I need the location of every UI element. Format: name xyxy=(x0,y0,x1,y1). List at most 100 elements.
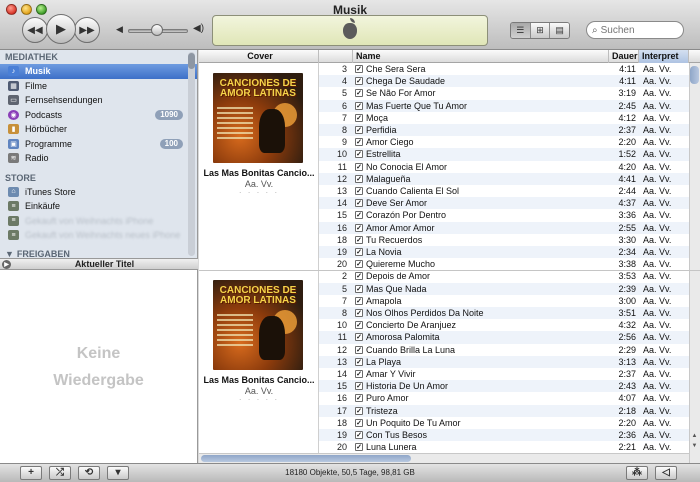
sidebar-scrollbar[interactable] xyxy=(188,52,195,256)
track-row[interactable]: 11 ✓ Amorosa Palomita 2:56 Aa. Vv. xyxy=(319,331,689,344)
horizontal-scrollbar-thumb[interactable] xyxy=(201,455,411,462)
album-cover-image[interactable]: CANCIONES DE AMOR LATINAS xyxy=(213,280,303,371)
sidebar-header-freigaben[interactable]: ▼ FREIGABEN xyxy=(0,247,197,259)
sidebar-item-fernsehsendungen[interactable]: ▭ Fernsehsendungen xyxy=(0,93,197,108)
column-header-dauer[interactable]: Dauer xyxy=(609,50,639,63)
track-row[interactable]: 19 ✓ La Novia 2:34 Aa. Vv. xyxy=(319,246,689,259)
now-playing-toggle-icon[interactable]: ▶ xyxy=(2,259,11,269)
sidebar-item-radio[interactable]: ≋ Radio xyxy=(0,151,197,166)
track-row[interactable]: 11 ✓ No Conocia El Amor 4:20 Aa. Vv. xyxy=(319,161,689,173)
track-checkbox[interactable]: ✓ xyxy=(355,223,363,232)
track-row[interactable]: 17 ✓ Tristeza 2:18 Aa. Vv. xyxy=(319,404,689,417)
track-row[interactable]: 10 ✓ Estrellita 1:52 Aa. Vv. xyxy=(319,148,689,161)
track-row[interactable]: 18 ✓ Tu Recuerdos 3:30 Aa. Vv. xyxy=(319,234,689,246)
track-checkbox[interactable]: ✓ xyxy=(355,89,363,98)
sidebar-item-musik[interactable]: ♪ Musik xyxy=(0,64,197,79)
track-checkbox[interactable]: ✓ xyxy=(355,418,363,427)
track-checkbox[interactable]: ✓ xyxy=(355,382,363,391)
sidebar-item-programme[interactable]: ▣ Programme 100 xyxy=(0,137,197,152)
sidebar-item-einkaeufe[interactable]: ≡ Einkäufe xyxy=(0,199,197,214)
now-playing-header[interactable]: ▶ Aktueller Titel xyxy=(0,258,198,270)
track-row[interactable]: 18 ✓ Un Poquito De Tu Amor 2:20 Aa. Vv. xyxy=(319,417,689,429)
track-checkbox[interactable]: ✓ xyxy=(355,284,363,293)
sidebar-item-filme[interactable]: ▦ Filme xyxy=(0,79,197,94)
track-checkbox[interactable]: ✓ xyxy=(355,174,363,183)
track-checkbox[interactable]: ✓ xyxy=(355,333,363,342)
column-header-name[interactable]: Name xyxy=(353,50,609,63)
status-display[interactable] xyxy=(212,15,488,46)
track-checkbox[interactable]: ✓ xyxy=(355,126,363,134)
track-row[interactable]: 7 ✓ Moça 4:12 Aa. Vv. xyxy=(319,112,689,124)
play-button[interactable]: ▶ xyxy=(46,14,76,44)
track-row[interactable]: 14 ✓ Amar Y Vivir 2:37 Aa. Vv. xyxy=(319,368,689,380)
track-row[interactable]: 5 ✓ Se Não For Amor 3:19 Aa. Vv. xyxy=(319,87,689,99)
track-row[interactable]: 12 ✓ Cuando Brilla La Luna 2:29 Aa. Vv. xyxy=(319,344,689,356)
track-row[interactable]: 7 ✓ Amapola 3:00 Aa. Vv. xyxy=(319,295,689,307)
track-checkbox[interactable]: ✓ xyxy=(355,199,363,208)
search-input[interactable] xyxy=(600,24,673,36)
track-row[interactable]: 5 ✓ Mas Que Nada 2:39 Aa. Vv. xyxy=(319,282,689,295)
album-cover-image[interactable]: CANCIONES DE AMOR LATINAS xyxy=(213,73,303,163)
grid-view-button[interactable]: ⊞ xyxy=(530,23,551,38)
toggle-browser-button[interactable]: ◁ xyxy=(655,466,677,480)
track-checkbox[interactable]: ✓ xyxy=(355,370,363,378)
track-checkbox[interactable]: ✓ xyxy=(355,211,363,220)
track-row[interactable]: 2 ✓ Depois de Amor 3:53 Aa. Vv. xyxy=(319,270,689,282)
track-checkbox[interactable]: ✓ xyxy=(355,162,363,171)
track-row[interactable]: 16 ✓ Amor Amor Amor 2:55 Aa. Vv. xyxy=(319,221,689,234)
track-row[interactable]: 20 ✓ Quiereme Mucho 3:38 Aa. Vv. xyxy=(319,258,689,270)
track-row[interactable]: 8 ✓ Nos Olhos Perdidos Da Noite 3:51 Aa. Vv. xyxy=(319,307,689,320)
track-checkbox[interactable]: ✓ xyxy=(355,443,363,452)
search-field[interactable]: ⌕ xyxy=(586,21,684,39)
track-row[interactable]: 13 ✓ Cuando Calienta El Sol 2:44 Aa. Vv. xyxy=(319,185,689,197)
sidebar-item-purchases-device-2[interactable]: ≡ Gekauft von Weihnachts neues iPhone xyxy=(0,228,197,243)
track-row[interactable]: 3 ✓ Che Sera Sera 4:11 Aa. Vv. xyxy=(319,63,689,75)
list-view-button[interactable]: ☰ xyxy=(511,23,531,38)
column-header-interpret[interactable]: Interpret xyxy=(639,50,689,63)
sidebar-item-itunes-store[interactable]: ⌂ iTunes Store xyxy=(0,185,197,200)
track-checkbox[interactable]: ✓ xyxy=(355,187,363,195)
track-checkbox[interactable]: ✓ xyxy=(355,431,363,439)
track-checkbox[interactable]: ✓ xyxy=(355,138,363,147)
vertical-scrollbar-thumb[interactable] xyxy=(690,66,699,84)
track-checkbox[interactable]: ✓ xyxy=(355,150,363,159)
vertical-scrollbar[interactable] xyxy=(689,63,700,463)
track-checkbox[interactable]: ✓ xyxy=(355,260,363,269)
track-checkbox[interactable]: ✓ xyxy=(355,406,363,415)
next-track-button[interactable]: ▶▶ xyxy=(74,17,100,43)
album-rating[interactable]: · · · · · xyxy=(199,395,319,404)
track-row[interactable]: 12 ✓ Malagueña 4:41 Aa. Vv. xyxy=(319,172,689,185)
track-checkbox[interactable]: ✓ xyxy=(355,77,363,86)
track-row[interactable]: 9 ✓ Amor Ciego 2:20 Aa. Vv. xyxy=(319,136,689,148)
track-row[interactable]: 13 ✓ La Playa 3:13 Aa. Vv. xyxy=(319,355,689,368)
track-checkbox[interactable]: ✓ xyxy=(355,394,363,403)
track-checkbox[interactable]: ✓ xyxy=(355,272,363,281)
track-checkbox[interactable]: ✓ xyxy=(355,357,363,366)
column-header-tracknumber[interactable] xyxy=(319,50,353,63)
volume-slider-knob[interactable] xyxy=(151,24,163,36)
track-checkbox[interactable]: ✓ xyxy=(355,101,363,110)
track-checkbox[interactable]: ✓ xyxy=(355,309,363,317)
track-row[interactable]: 4 ✓ Chega De Saudade 4:11 Aa. Vv. xyxy=(319,75,689,88)
track-row[interactable]: 10 ✓ Concierto De Aranjuez 4:32 Aa. Vv. xyxy=(319,319,689,331)
track-row[interactable]: 19 ✓ Con Tus Besos 2:36 Aa. Vv. xyxy=(319,429,689,442)
coverflow-view-button[interactable]: ▤ xyxy=(550,23,569,38)
sidebar-item-podcasts[interactable]: ◉ Podcasts 1090 xyxy=(0,108,197,123)
track-checkbox[interactable]: ✓ xyxy=(355,65,363,73)
track-checkbox[interactable]: ✓ xyxy=(355,248,363,256)
track-row[interactable]: 8 ✓ Perfidia 2:37 Aa. Vv. xyxy=(319,124,689,137)
album-rating[interactable]: · · · · · xyxy=(199,188,319,197)
track-row[interactable]: 15 ✓ Corazón Por Dentro 3:36 Aa. Vv. xyxy=(319,209,689,221)
track-checkbox[interactable]: ✓ xyxy=(355,321,363,330)
sidebar-item-hoerbuecher[interactable]: ▮ Hörbücher xyxy=(0,122,197,137)
track-checkbox[interactable]: ✓ xyxy=(355,345,363,354)
track-row[interactable]: 16 ✓ Puro Amor 4:07 Aa. Vv. xyxy=(319,392,689,404)
track-row[interactable]: 20 ✓ Luna Lunera 2:21 Aa. Vv. xyxy=(319,441,689,453)
sidebar-item-purchases-device-1[interactable]: ≡ Gekauft von Weihnachts iPhone xyxy=(0,214,197,229)
track-checkbox[interactable]: ✓ xyxy=(355,296,363,305)
scroll-down-arrow-icon[interactable]: ▼ xyxy=(690,442,699,451)
track-checkbox[interactable]: ✓ xyxy=(355,113,363,122)
track-row[interactable]: 6 ✓ Mas Fuerte Que Tu Amor 2:45 Aa. Vv. xyxy=(319,99,689,112)
track-checkbox[interactable]: ✓ xyxy=(355,235,363,244)
equalizer-button[interactable]: ⁂ xyxy=(626,466,648,480)
